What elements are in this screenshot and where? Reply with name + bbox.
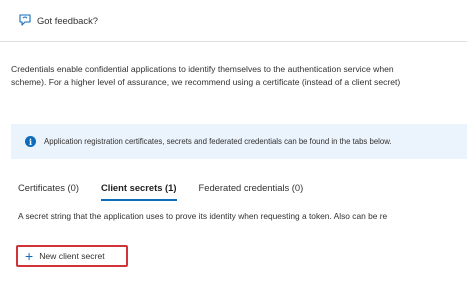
info-message-bar: i Application registration certificates,… bbox=[11, 124, 467, 159]
tab-certificates[interactable]: Certificates (0) bbox=[18, 181, 79, 201]
intro-line-2: scheme). For a higher level of assurance… bbox=[11, 77, 401, 87]
credentials-intro: Credentials enable confidential applicat… bbox=[11, 63, 467, 89]
tab-client-secrets[interactable]: Client secrets (1) bbox=[100, 181, 177, 201]
info-icon: i bbox=[25, 136, 36, 147]
info-message-text: Application registration certificates, s… bbox=[44, 137, 392, 146]
client-secrets-description: A secret string that the application use… bbox=[18, 211, 388, 221]
plus-icon: + bbox=[25, 248, 34, 264]
feedback-link[interactable]: Got feedback? bbox=[18, 12, 98, 28]
divider bbox=[0, 41, 467, 42]
new-client-secret-button[interactable]: + New client secret bbox=[16, 245, 128, 267]
feedback-label: Got feedback? bbox=[37, 14, 98, 26]
feedback-icon bbox=[19, 14, 31, 26]
tab-federated-credentials[interactable]: Federated credentials (0) bbox=[199, 181, 304, 201]
intro-line-1: Credentials enable confidential applicat… bbox=[11, 64, 394, 74]
credential-tabs: Certificates (0) Client secrets (1) Fede… bbox=[18, 181, 303, 203]
new-client-secret-label: New client secret bbox=[39, 251, 105, 261]
